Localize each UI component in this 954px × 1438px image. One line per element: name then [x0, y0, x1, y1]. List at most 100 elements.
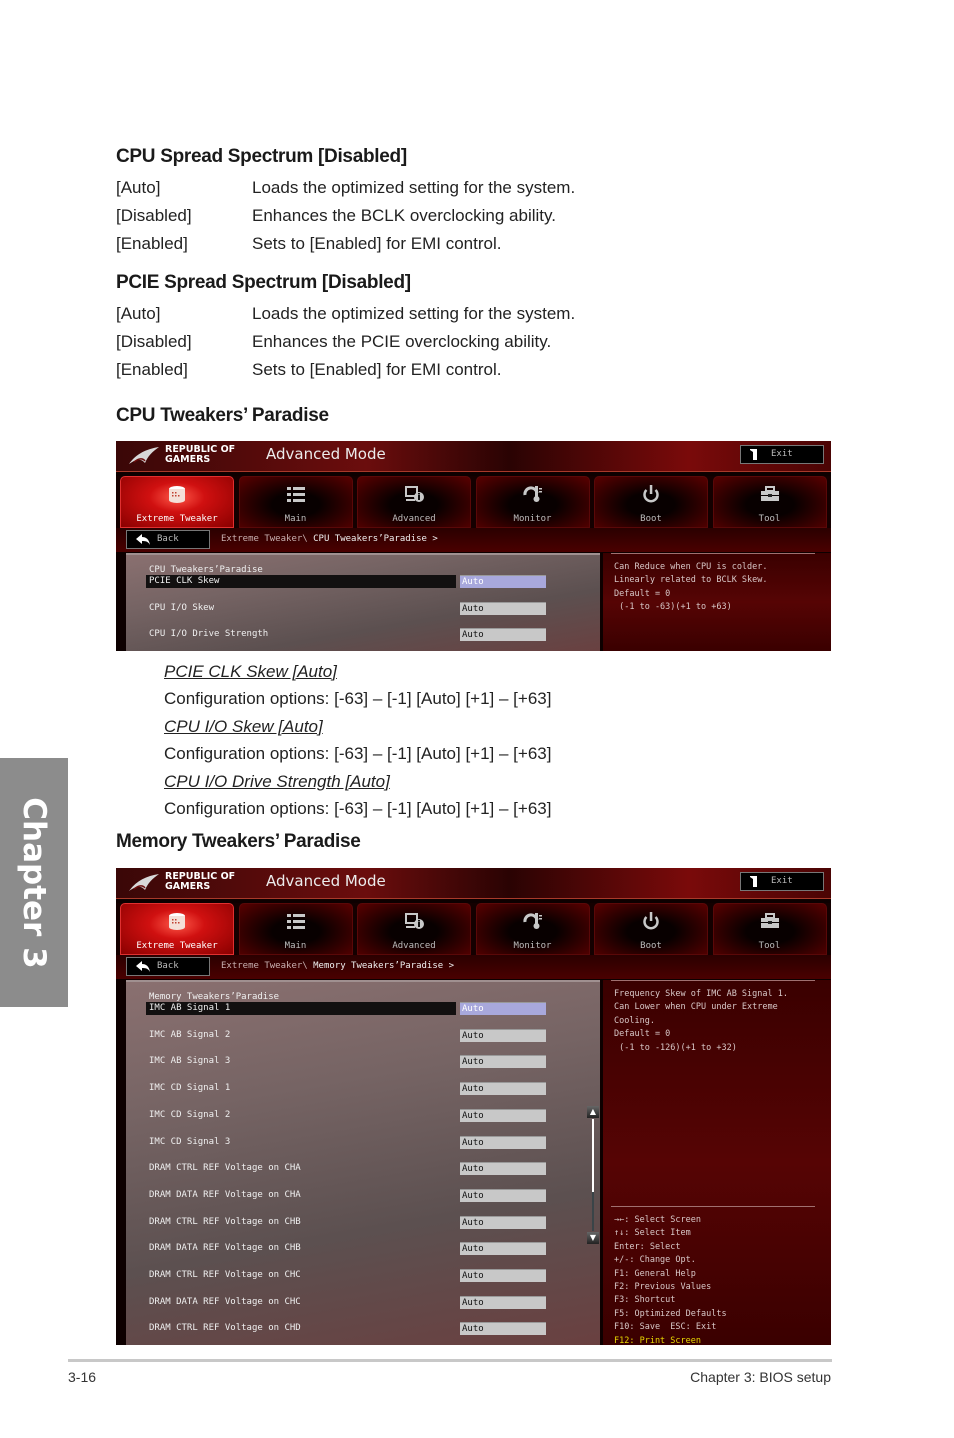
tab-extreme-tweaker[interactable]: Extreme Tweaker [120, 903, 234, 955]
scroll-up-icon[interactable]: ▲ [587, 1106, 599, 1118]
setting-row[interactable]: DRAM DATA REF Voltage on CHA [146, 1189, 456, 1202]
exit-button[interactable]: Exit [740, 445, 824, 464]
list-icon [285, 485, 307, 503]
setting-row[interactable]: DRAM CTRL REF Voltage on CHA [146, 1162, 456, 1175]
help-text-line: Cooling. [614, 1015, 655, 1026]
tab-label: Tool [758, 941, 781, 951]
chapter-tab-label: Chapter 3 [16, 796, 52, 969]
breadcrumb-current: CPU Tweakers’Paradise > [313, 534, 438, 544]
setting-row[interactable]: DRAM DATA REF Voltage on CHB [146, 1242, 456, 1255]
tab-label: Boot [640, 941, 662, 951]
breadcrumb-parent[interactable]: Extreme Tweaker\ [221, 961, 313, 971]
setting-row[interactable]: IMC AB Signal 1 [146, 1002, 456, 1015]
tab-monitor[interactable]: Monitor [475, 476, 590, 528]
setting-value-field[interactable]: Auto [460, 1242, 546, 1256]
settings-panel: CPU Tweakers’Paradise PCIE CLK Skew Auto CP… [126, 553, 600, 651]
tab-main[interactable]: Main [238, 476, 353, 528]
setting-row[interactable]: CPU I/O Drive Strength [146, 628, 456, 641]
bios-tab-bar: Extreme Tweaker Main Advanced Monitor Boot To… [116, 903, 831, 955]
tab-boot[interactable]: Boot [594, 903, 708, 955]
setting-row[interactable]: CPU I/O Skew [146, 602, 456, 615]
setting-value-field[interactable]: Auto [460, 575, 546, 588]
tab-label: Monitor [513, 514, 552, 524]
brand-text: REPUBLIC OF GAMERS [165, 445, 235, 465]
exit-button[interactable]: Exit [740, 872, 824, 891]
setting-label: DRAM CTRL REF Voltage on CHB [149, 1216, 301, 1227]
help-text-line: Frequency Skew of IMC AB Signal 1. [614, 989, 788, 999]
advanced-icon [403, 912, 425, 930]
back-arrow-icon [136, 534, 150, 545]
help-text-line: Default = 0 [614, 588, 671, 599]
setting-title: CPU I/O Skew [Auto] [164, 717, 323, 736]
tab-monitor[interactable]: Monitor [475, 903, 590, 955]
scroll-down-icon[interactable]: ▼ [587, 1232, 599, 1244]
key-legend-line: F2: Previous Values [614, 1282, 712, 1292]
rog-logo: REPUBLIC OF GAMERS [128, 444, 258, 468]
setting-config: Configuration options: [-63] – [-1] [Aut… [164, 744, 552, 763]
option-key: [Disabled] [116, 206, 192, 225]
key-legend-line: F12: Print Screen [614, 1335, 701, 1345]
brand-text: REPUBLIC OF GAMERS [165, 872, 235, 892]
setting-value-field[interactable]: Auto [460, 1002, 546, 1015]
setting-row[interactable]: DRAM CTRL REF Voltage on CHD [146, 1322, 456, 1335]
setting-row[interactable]: DRAM DATA REF Voltage on CHC [146, 1296, 456, 1309]
back-label: Back [157, 961, 179, 971]
tab-label: Monitor [513, 941, 552, 951]
tab-label: Main [284, 514, 307, 524]
setting-value-field[interactable]: Auto [460, 1135, 546, 1149]
tab-advanced[interactable]: Advanced [357, 903, 471, 955]
setting-value-field[interactable]: Auto [460, 628, 546, 642]
setting-value-field[interactable]: Auto [460, 1108, 546, 1122]
tab-label: Boot [640, 514, 662, 524]
breadcrumb-parent[interactable]: Extreme Tweaker\ [221, 534, 313, 544]
tab-boot[interactable]: Boot [594, 476, 708, 528]
thermometer-icon [522, 912, 544, 930]
setting-value-field[interactable]: Auto [460, 1188, 546, 1202]
setting-value-field[interactable]: Auto [460, 1322, 546, 1336]
tab-label: Extreme Tweaker [136, 514, 218, 524]
tab-label: Tool [758, 514, 781, 524]
back-arrow-icon [136, 961, 150, 972]
setting-value-field[interactable]: Auto [460, 1269, 546, 1282]
scroll-thumb[interactable] [592, 1119, 594, 1192]
setting-value-field[interactable]: Auto [460, 1162, 546, 1176]
setting-row[interactable]: IMC CD Signal 3 [146, 1136, 456, 1149]
setting-row[interactable]: PCIE CLK Skew [146, 575, 456, 588]
setting-value-field[interactable]: Auto [460, 1055, 546, 1069]
key-legend-line: F3: Shortcut [614, 1295, 676, 1306]
tab-tool[interactable]: Tool [712, 903, 827, 955]
bios-nav-bar: Back Extreme Tweaker\ CPU Tweakers’Paradi… [116, 528, 831, 552]
setting-row[interactable]: DRAM CTRL REF Voltage on CHB [146, 1216, 456, 1229]
setting-label: IMC CD Signal 3 [149, 1136, 231, 1147]
exit-label: Exit [771, 449, 793, 459]
setting-row[interactable]: IMC CD Signal 1 [146, 1082, 456, 1095]
option-key: [Enabled] [116, 234, 188, 253]
back-button[interactable]: Back [126, 957, 210, 976]
help-divider [611, 1206, 815, 1207]
tab-advanced[interactable]: Advanced [357, 476, 471, 528]
setting-value-field[interactable]: Auto [460, 1028, 546, 1042]
setting-row[interactable]: IMC CD Signal 2 [146, 1109, 456, 1122]
key-legend-line: →←: Select Screen [614, 1215, 701, 1225]
tab-extreme-tweaker[interactable]: Extreme Tweaker [120, 476, 234, 528]
option-key: [Auto] [116, 304, 161, 323]
setting-row[interactable]: DRAM CTRL REF Voltage on CHC [146, 1269, 456, 1282]
setting-value-field[interactable]: Auto [460, 1215, 546, 1229]
setting-value-field[interactable]: Auto [460, 601, 546, 615]
footer-divider [68, 1359, 832, 1362]
help-text-line: (-1 to -126)(+1 to +32) [614, 1042, 737, 1053]
setting-row[interactable]: IMC AB Signal 3 [146, 1055, 456, 1068]
option-desc: Enhances the PCIE overclocking ability. [252, 332, 552, 351]
setting-row[interactable]: IMC AB Signal 2 [146, 1029, 456, 1042]
cpu-spread-heading: CPU Spread Spectrum [Disabled] [116, 146, 407, 167]
setting-value-field[interactable]: Auto [460, 1082, 546, 1096]
setting-label: DRAM DATA REF Voltage on CHB [149, 1243, 301, 1254]
back-button[interactable]: Back [126, 530, 210, 549]
toolbox-icon [759, 912, 781, 930]
setting-value-field[interactable]: Auto [460, 1295, 546, 1309]
tab-label: Main [284, 941, 307, 951]
brand-line-2: GAMERS [165, 881, 211, 892]
tab-tool[interactable]: Tool [712, 476, 827, 528]
tab-main[interactable]: Main [238, 903, 353, 955]
scrollbar[interactable]: ▲ ▼ [587, 1106, 599, 1244]
